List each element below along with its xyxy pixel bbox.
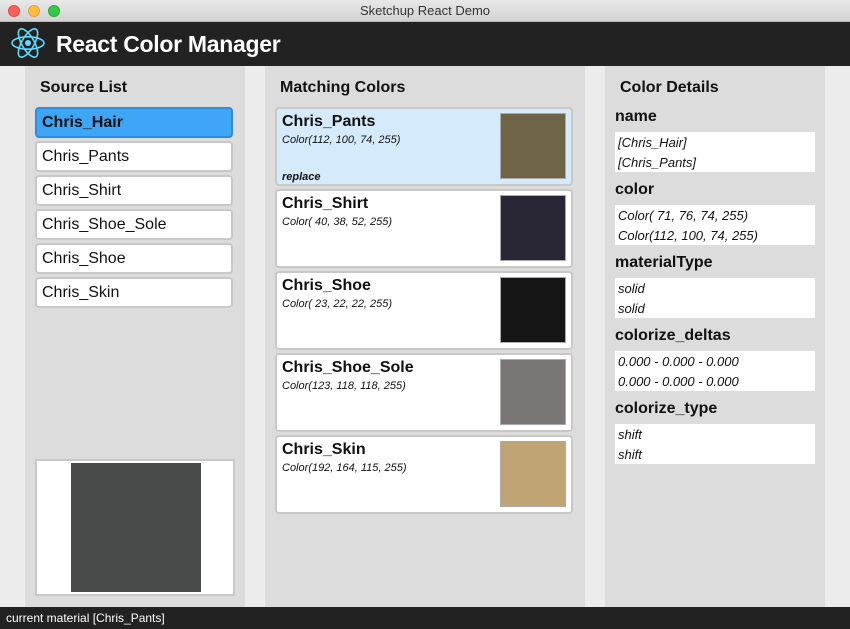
detail-value-source: solid	[618, 281, 645, 296]
match-card-chris-pants[interactable]: Chris_Pants Color(112, 100, 74, 255) rep…	[275, 107, 573, 186]
matching-colors-title: Matching Colors	[280, 79, 406, 96]
match-card-chris-shoe[interactable]: Chris_Shoe Color( 23, 22, 22, 255)	[275, 271, 573, 350]
match-card-chris-skin[interactable]: Chris_Skin Color(192, 164, 115, 255)	[275, 435, 573, 514]
match-swatch	[500, 359, 566, 425]
match-swatch	[500, 195, 566, 261]
source-list-title: Source List	[40, 79, 128, 96]
match-color-value: Color(192, 164, 115, 255)	[282, 462, 407, 474]
match-card-chris-shirt[interactable]: Chris_Shirt Color( 40, 38, 52, 255)	[275, 189, 573, 268]
match-swatch	[500, 277, 566, 343]
detail-value-match: [Chris_Pants]	[618, 155, 697, 170]
match-name: Chris_Shoe	[282, 277, 371, 294]
match-name: Chris_Pants	[282, 113, 376, 130]
detail-value-source: shift	[618, 427, 642, 442]
window-titlebar: Sketchup React Demo	[0, 0, 850, 22]
detail-value-match: solid	[618, 301, 645, 316]
detail-value-material-type: solid solid	[615, 278, 815, 318]
source-item-chris-shoe-sole[interactable]: Chris_Shoe_Sole	[35, 209, 233, 240]
status-text: current material [Chris_Pants]	[6, 611, 165, 625]
react-atom-icon	[11, 28, 45, 58]
source-color-swatch	[71, 463, 201, 592]
detail-value-colorize-type: shift shift	[615, 424, 815, 464]
detail-value-name: [Chris_Hair] [Chris_Pants]	[615, 132, 815, 172]
detail-label-color: color	[615, 181, 655, 198]
detail-value-colorize-deltas: 0.000 - 0.000 - 0.000 0.000 - 0.000 - 0.…	[615, 351, 815, 391]
source-item-chris-hair[interactable]: Chris_Hair	[35, 107, 233, 138]
detail-value-match: 0.000 - 0.000 - 0.000	[618, 374, 739, 389]
source-color-preview	[35, 459, 235, 596]
match-color-value: Color(112, 100, 74, 255)	[282, 134, 401, 146]
source-item-chris-shirt[interactable]: Chris_Shirt	[35, 175, 233, 206]
match-color-value: Color( 23, 22, 22, 255)	[282, 298, 393, 310]
window-title: Sketchup React Demo	[359, 3, 491, 18]
detail-label-material-type: materialType	[615, 254, 713, 271]
match-color-value: Color(123, 118, 118, 255)	[282, 380, 406, 392]
close-window-button[interactable]	[8, 5, 20, 17]
detail-value-match: shift	[618, 447, 642, 462]
app-title: React Color Manager	[56, 31, 281, 57]
source-item-chris-skin[interactable]: Chris_Skin	[35, 277, 233, 308]
color-details-title: Color Details	[620, 79, 719, 96]
match-name: Chris_Shoe_Sole	[282, 359, 414, 376]
match-name: Chris_Skin	[282, 441, 366, 458]
detail-value-source: Color( 71, 76, 74, 255)	[618, 208, 749, 223]
detail-value-source: [Chris_Hair]	[618, 135, 687, 150]
detail-value-source: 0.000 - 0.000 - 0.000	[618, 354, 739, 369]
minimize-window-button[interactable]	[28, 5, 40, 17]
match-name: Chris_Shirt	[282, 195, 369, 212]
match-card-chris-shoe-sole[interactable]: Chris_Shoe_Sole Color(123, 118, 118, 255…	[275, 353, 573, 432]
source-list-panel: Source List Chris_Hair Chris_Pants Chris…	[25, 66, 245, 607]
status-bar: current material [Chris_Pants]	[0, 607, 850, 629]
maximize-window-button[interactable]	[48, 5, 60, 17]
match-swatch	[500, 113, 566, 179]
app-header: React Color Manager	[0, 22, 850, 66]
matching-colors-panel: Matching Colors Chris_Pants Color(112, 1…	[265, 66, 585, 607]
source-item-chris-shoe[interactable]: Chris_Shoe	[35, 243, 233, 274]
color-details-panel: Color Details name [Chris_Hair] [Chris_P…	[605, 66, 825, 607]
detail-label-name: name	[615, 108, 657, 125]
detail-label-colorize-deltas: colorize_deltas	[615, 327, 731, 344]
match-color-value: Color( 40, 38, 52, 255)	[282, 216, 393, 228]
match-swatch	[500, 441, 566, 507]
detail-value-match: Color(112, 100, 74, 255)	[618, 228, 758, 243]
replace-link[interactable]: replace	[282, 171, 321, 183]
source-item-chris-pants[interactable]: Chris_Pants	[35, 141, 233, 172]
detail-value-color: Color( 71, 76, 74, 255) Color(112, 100, …	[615, 205, 815, 245]
detail-label-colorize-type: colorize_type	[615, 400, 718, 417]
